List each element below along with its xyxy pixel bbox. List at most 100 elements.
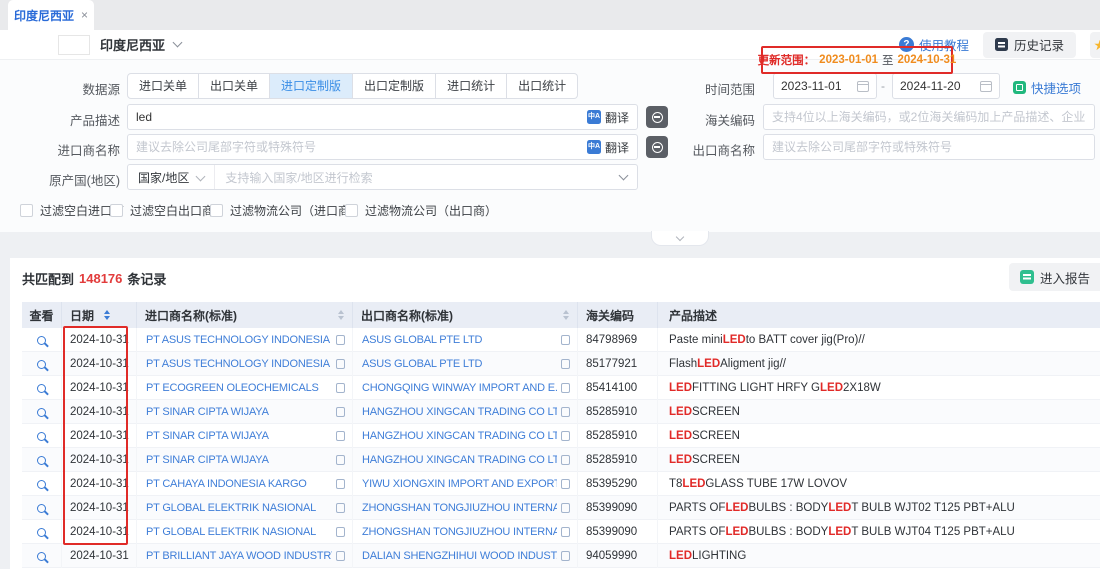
view-cell[interactable] [22,376,62,400]
search-icon[interactable] [37,480,46,489]
origin-combobox[interactable]: 国家/地区 支持输入国家/地区进行检索 [127,164,638,190]
view-cell[interactable] [22,400,62,424]
exclude-search-icon[interactable] [646,106,668,128]
view-cell[interactable] [22,448,62,472]
search-icon[interactable] [37,384,46,393]
view-cell[interactable] [22,328,62,352]
importer-cell[interactable]: PT SINAR CIPTA WIJAYA [137,424,353,448]
copy-icon[interactable] [336,359,345,369]
tab-indonesia[interactable]: 印度尼西亚 × [8,0,94,30]
view-cell[interactable] [22,424,62,448]
importer-name[interactable]: PT ECOGREEN OLEOCHEMICALS [146,382,332,394]
search-icon[interactable] [37,408,46,417]
copy-icon[interactable] [561,431,570,441]
copy-icon[interactable] [561,551,570,561]
data-source-tab[interactable]: 出口统计 [507,73,578,99]
search-icon[interactable] [37,552,46,561]
copy-icon[interactable] [336,407,345,417]
search-icon[interactable] [37,504,46,513]
column-header[interactable]: 进口商名称(标准) [137,302,353,328]
exporter-name[interactable]: CHONGQING WINWAY IMPORT AND E... [362,382,557,394]
country-selector[interactable]: 印度尼西亚 [100,35,165,54]
enter-report-button[interactable]: 进入报告 [1009,263,1100,291]
view-cell[interactable] [22,352,62,376]
translate-button[interactable]: 中A 翻译 [587,139,629,156]
exporter-cell[interactable]: ASUS GLOBAL PTE LTD [353,352,578,376]
importer-cell[interactable]: PT GLOBAL ELEKTRIK NASIONAL [137,520,353,544]
origin-select[interactable]: 国家/地区 [128,165,215,189]
copy-icon[interactable] [561,503,570,513]
data-source-tab[interactable]: 进口定制版 [270,73,353,99]
checkbox-icon[interactable] [345,204,358,217]
collapse-panel-toggle[interactable] [651,231,709,246]
exporter-cell[interactable]: YIWU XIONGXIN IMPORT AND EXPORT... [353,472,578,496]
search-icon[interactable] [37,432,46,441]
copy-icon[interactable] [561,359,570,369]
exporter-name[interactable]: YIWU XIONGXIN IMPORT AND EXPORT... [362,478,557,490]
data-source-tab[interactable]: 出口关单 [199,73,270,99]
end-date-input[interactable]: 2024-11-20 [892,73,1000,99]
view-cell[interactable] [22,520,62,544]
importer-cell[interactable]: PT BRILLIANT JAYA WOOD INDUSTRY [137,544,353,568]
filter-checkbox[interactable]: 过滤物流公司（进口商） [210,202,362,219]
copy-icon[interactable] [336,551,345,561]
importer-name[interactable]: PT GLOBAL ELEKTRIK NASIONAL [146,502,332,514]
exporter-name[interactable]: DALIAN SHENGZHIHUI WOOD INDUST... [362,550,557,562]
copy-icon[interactable] [336,479,345,489]
importer-name[interactable]: PT GLOBAL ELEKTRIK NASIONAL [146,526,332,538]
exporter-cell[interactable]: HANGZHOU XINGCAN TRADING CO LTD [353,424,578,448]
tutorial-link[interactable]: ? 使用教程 [899,35,969,54]
importer-name[interactable]: PT SINAR CIPTA WIJAYA [146,430,332,442]
sort-icon[interactable] [104,310,110,320]
copy-icon[interactable] [336,335,345,345]
importer-cell[interactable]: PT SINAR CIPTA WIJAYA [137,448,353,472]
product-desc-input[interactable] [136,110,581,124]
quick-options-link[interactable]: 快捷选项 [1013,78,1081,97]
sort-icon[interactable] [563,310,569,320]
exporter-name[interactable]: HANGZHOU XINGCAN TRADING CO LTD [362,430,557,442]
importer-cell[interactable]: PT ECOGREEN OLEOCHEMICALS [137,376,353,400]
exporter-name[interactable]: HANGZHOU XINGCAN TRADING CO LTD [362,406,557,418]
exporter-cell[interactable]: ZHONGSHAN TONGJIUZHOU INTERNA... [353,496,578,520]
data-source-tab[interactable]: 进口统计 [436,73,507,99]
copy-icon[interactable] [561,455,570,465]
filter-checkbox[interactable]: 过滤物流公司（出口商） [345,202,497,219]
copy-icon[interactable] [561,335,570,345]
view-cell[interactable] [22,496,62,520]
exporter-name[interactable]: ZHONGSHAN TONGJIUZHOU INTERNA... [362,526,557,538]
exporter-cell[interactable]: CHONGQING WINWAY IMPORT AND E... [353,376,578,400]
search-icon[interactable] [37,456,46,465]
column-header[interactable]: 日期 [62,302,137,328]
copy-icon[interactable] [336,503,345,513]
importer-name[interactable]: PT ASUS TECHNOLOGY INDONESIA BA... [146,334,332,346]
importer-name[interactable]: PT SINAR CIPTA WIJAYA [146,406,332,418]
data-source-tab[interactable]: 进口关单 [127,73,199,99]
column-header[interactable]: 出口商名称(标准) [353,302,578,328]
exporter-cell[interactable]: ASUS GLOBAL PTE LTD [353,328,578,352]
search-icon[interactable] [37,336,46,345]
checkbox-icon[interactable] [20,204,33,217]
filter-checkbox[interactable]: 过滤空白出口商 [110,202,214,219]
data-source-tab[interactable]: 出口定制版 [353,73,436,99]
exporter-name[interactable]: ASUS GLOBAL PTE LTD [362,358,557,370]
sort-icon[interactable] [338,310,344,320]
importer-name[interactable]: PT ASUS TECHNOLOGY INDONESIA BA... [146,358,332,370]
exporter-cell[interactable]: DALIAN SHENGZHIHUI WOOD INDUST... [353,544,578,568]
exporter-cell[interactable]: ZHONGSHAN TONGJIUZHOU INTERNA... [353,520,578,544]
exclude-search-icon[interactable] [646,136,668,158]
close-icon[interactable]: × [81,9,88,21]
checkbox-icon[interactable] [210,204,223,217]
hs-code-input[interactable] [772,110,1086,124]
copy-icon[interactable] [336,431,345,441]
importer-cell[interactable]: PT ASUS TECHNOLOGY INDONESIA BA... [137,328,353,352]
start-date-input[interactable]: 2023-11-01 [773,73,877,99]
copy-icon[interactable] [336,383,345,393]
history-button[interactable]: 历史记录 [983,32,1076,58]
importer-cell[interactable]: PT CAHAYA INDONESIA KARGO [137,472,353,496]
importer-name[interactable]: PT CAHAYA INDONESIA KARGO [146,478,332,490]
search-icon[interactable] [37,360,46,369]
exporter-name[interactable]: ZHONGSHAN TONGJIUZHOU INTERNA... [362,502,557,514]
copy-icon[interactable] [336,455,345,465]
copy-icon[interactable] [561,407,570,417]
copy-icon[interactable] [336,527,345,537]
